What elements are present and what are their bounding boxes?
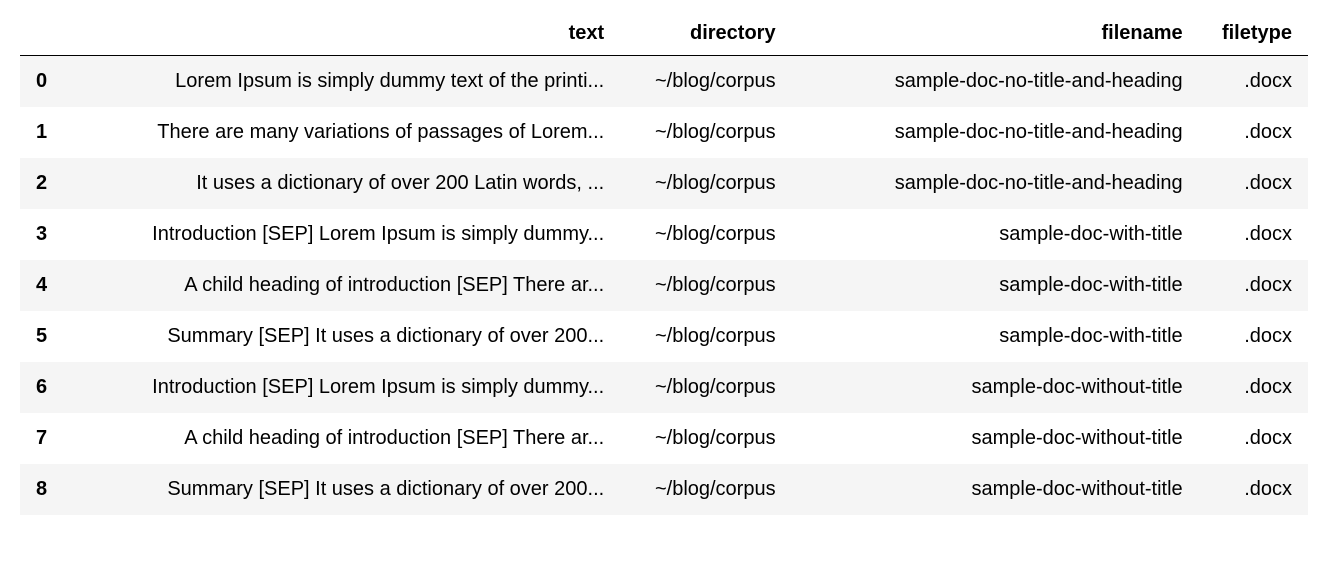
table-row: 8 Summary [SEP] It uses a dictionary of … — [20, 464, 1308, 515]
cell-directory: ~/blog/corpus — [620, 260, 791, 311]
table-row: 1 There are many variations of passages … — [20, 107, 1308, 158]
cell-filetype: .docx — [1199, 260, 1308, 311]
cell-text: There are many variations of passages of… — [63, 107, 620, 158]
column-header-text: text — [63, 12, 620, 56]
table-row: 5 Summary [SEP] It uses a dictionary of … — [20, 311, 1308, 362]
row-index: 4 — [20, 260, 63, 311]
cell-text: It uses a dictionary of over 200 Latin w… — [63, 158, 620, 209]
cell-text: Introduction [SEP] Lorem Ipsum is simply… — [63, 209, 620, 260]
cell-directory: ~/blog/corpus — [620, 107, 791, 158]
column-header-index — [20, 12, 63, 56]
cell-text: A child heading of introduction [SEP] Th… — [63, 413, 620, 464]
row-index: 6 — [20, 362, 63, 413]
cell-filename: sample-doc-without-title — [792, 413, 1199, 464]
table-row: 3 Introduction [SEP] Lorem Ipsum is simp… — [20, 209, 1308, 260]
row-index: 1 — [20, 107, 63, 158]
cell-directory: ~/blog/corpus — [620, 56, 791, 108]
cell-filetype: .docx — [1199, 311, 1308, 362]
row-index: 8 — [20, 464, 63, 515]
cell-filename: sample-doc-no-title-and-heading — [792, 158, 1199, 209]
row-index: 0 — [20, 56, 63, 108]
table-header-row: text directory filename filetype — [20, 12, 1308, 56]
table-row: 2 It uses a dictionary of over 200 Latin… — [20, 158, 1308, 209]
table-row: 6 Introduction [SEP] Lorem Ipsum is simp… — [20, 362, 1308, 413]
cell-filetype: .docx — [1199, 413, 1308, 464]
cell-filetype: .docx — [1199, 56, 1308, 108]
cell-text: Summary [SEP] It uses a dictionary of ov… — [63, 311, 620, 362]
cell-filename: sample-doc-no-title-and-heading — [792, 107, 1199, 158]
cell-filetype: .docx — [1199, 158, 1308, 209]
table-body: 0 Lorem Ipsum is simply dummy text of th… — [20, 56, 1308, 516]
dataframe-table: text directory filename filetype 0 Lorem… — [20, 12, 1308, 515]
cell-filetype: .docx — [1199, 362, 1308, 413]
cell-filename: sample-doc-without-title — [792, 362, 1199, 413]
cell-directory: ~/blog/corpus — [620, 362, 791, 413]
table-row: 4 A child heading of introduction [SEP] … — [20, 260, 1308, 311]
cell-filetype: .docx — [1199, 209, 1308, 260]
cell-filename: sample-doc-with-title — [792, 260, 1199, 311]
cell-directory: ~/blog/corpus — [620, 464, 791, 515]
row-index: 7 — [20, 413, 63, 464]
cell-filename: sample-doc-with-title — [792, 311, 1199, 362]
cell-filetype: .docx — [1199, 107, 1308, 158]
row-index: 2 — [20, 158, 63, 209]
cell-directory: ~/blog/corpus — [620, 209, 791, 260]
cell-text: Introduction [SEP] Lorem Ipsum is simply… — [63, 362, 620, 413]
column-header-directory: directory — [620, 12, 791, 56]
cell-filename: sample-doc-no-title-and-heading — [792, 56, 1199, 108]
row-index: 5 — [20, 311, 63, 362]
column-header-filetype: filetype — [1199, 12, 1308, 56]
table-row: 7 A child heading of introduction [SEP] … — [20, 413, 1308, 464]
cell-text: A child heading of introduction [SEP] Th… — [63, 260, 620, 311]
cell-filename: sample-doc-with-title — [792, 209, 1199, 260]
cell-filename: sample-doc-without-title — [792, 464, 1199, 515]
cell-directory: ~/blog/corpus — [620, 413, 791, 464]
table-row: 0 Lorem Ipsum is simply dummy text of th… — [20, 56, 1308, 108]
cell-text: Lorem Ipsum is simply dummy text of the … — [63, 56, 620, 108]
row-index: 3 — [20, 209, 63, 260]
cell-filetype: .docx — [1199, 464, 1308, 515]
cell-directory: ~/blog/corpus — [620, 158, 791, 209]
column-header-filename: filename — [792, 12, 1199, 56]
cell-text: Summary [SEP] It uses a dictionary of ov… — [63, 464, 620, 515]
cell-directory: ~/blog/corpus — [620, 311, 791, 362]
